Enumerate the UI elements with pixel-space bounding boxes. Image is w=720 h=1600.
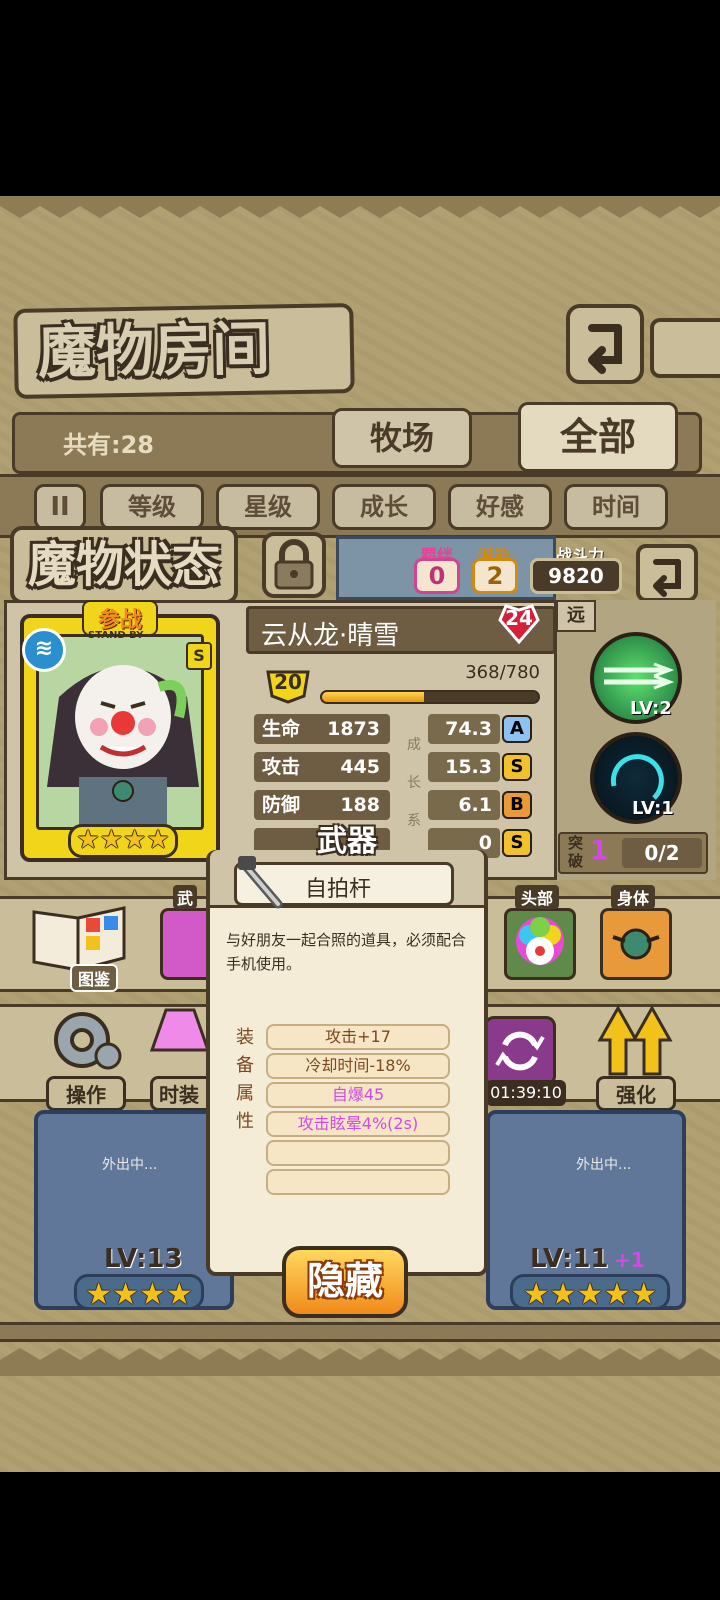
sort-growth-button[interactable]: 成长	[332, 484, 436, 530]
sort-star-button[interactable]: 星级	[216, 484, 320, 530]
book-icon	[32, 906, 126, 972]
status-title: 魔物状态	[10, 526, 239, 604]
game-screen: 魔物房间 共有:28 牧场 全部 II 等级 星级 成长 好感 时间 魔物状态 …	[0, 196, 720, 1472]
tab-all[interactable]: 全部	[518, 402, 678, 472]
attribute-row: 自爆45	[266, 1082, 450, 1108]
clown-wig-icon	[516, 917, 564, 965]
hide-button[interactable]: 隐藏	[282, 1246, 408, 1318]
bottom-rail	[0, 1322, 720, 1342]
growth-grade-badge: B	[502, 791, 532, 819]
body-slot[interactable]: 身体	[600, 885, 672, 980]
status-back-button[interactable]	[636, 544, 698, 602]
attribute-list: 攻击+17 冷却时间-18% 自爆45 攻击眩晕4%(2s)	[266, 1024, 450, 1198]
room-title-plate: 魔物房间	[13, 303, 355, 399]
monster-1-stars: ★★★★	[74, 1274, 204, 1312]
pause-button[interactable]: II	[34, 484, 86, 530]
character-name: 云从龙·晴雪	[261, 621, 400, 651]
enhance-button[interactable]: 强化	[592, 1000, 678, 1111]
bottom-torn-edge	[0, 1348, 720, 1376]
lock-button[interactable]	[262, 532, 326, 598]
gear-icon	[54, 1012, 122, 1070]
attr-vertical-title: 装 备 属 性	[236, 1027, 254, 1132]
monster-card-1[interactable]: 外出中... LV:13 ★★★★	[34, 1110, 234, 1312]
stat-value: 1873	[327, 718, 380, 740]
operate-button[interactable]: 操作	[42, 1000, 128, 1111]
steam-element-icon: ≋	[22, 628, 66, 672]
potential-value: 2	[472, 558, 518, 594]
stat-label: 防御	[262, 794, 301, 816]
weapon-popup: 武器 自拍杆 与好朋友一起合照的道具，必须配合手机使用。 装 备 属 性 攻击+…	[206, 824, 488, 1276]
clown-character-image	[39, 637, 201, 827]
back-arrow-icon	[653, 559, 681, 597]
stat-label: 攻击	[262, 756, 301, 778]
attribute-row: 攻击眩晕4%(2s)	[266, 1111, 450, 1137]
room-back-button[interactable]	[566, 304, 644, 384]
rank-heart-badge: 24	[496, 600, 542, 646]
exp-bar-fill	[322, 692, 424, 702]
power-value: 9820	[530, 558, 622, 594]
growth-value: 15.3	[428, 752, 500, 782]
up-arrows-icon	[597, 1004, 673, 1076]
breakthrough-label: 突破	[568, 834, 584, 870]
skill-2-button[interactable]: LV:1	[590, 732, 682, 824]
breakthrough-progress: 0/2	[622, 838, 702, 868]
standby-subtitle: STAND BY	[88, 630, 144, 641]
growth-grade-badge: S	[502, 753, 532, 781]
sort-level-button[interactable]: 等级	[100, 484, 204, 530]
dress-icon	[149, 1008, 211, 1052]
attribute-row: 冷却时间-18%	[266, 1053, 450, 1079]
selfie-stick-icon	[236, 854, 286, 914]
fashion-button[interactable]: 时装	[148, 1000, 230, 1111]
rank-s-icon: S	[186, 642, 212, 670]
card-stars: ★★★★	[68, 824, 178, 858]
breakthrough-value: 1	[590, 836, 609, 866]
growth-grade-badge: A	[502, 715, 532, 743]
fan-badge-icon	[612, 928, 660, 960]
stat-row: 生命 1873	[254, 714, 390, 744]
lock-icon	[274, 539, 314, 590]
attribute-row	[266, 1140, 450, 1166]
level-badge: 20	[264, 666, 312, 704]
sort-affection-button[interactable]: 好感	[448, 484, 552, 530]
item-description: 与好朋友一起合照的道具，必须配合手机使用。	[226, 931, 467, 973]
bond-value: 0	[414, 558, 460, 594]
stat-value: 445	[340, 756, 380, 778]
room-title: 魔物房间	[37, 314, 271, 387]
attribute-row: 攻击+17	[266, 1024, 450, 1050]
swap-arrows-icon	[495, 1031, 545, 1071]
room-side-panel	[650, 318, 720, 378]
character-card[interactable]: 参战 STAND BY ≋ S ★★★★	[20, 600, 220, 862]
tab-ranch[interactable]: 牧场	[332, 408, 472, 468]
growth-grade-badge: S	[502, 829, 532, 857]
swap-button[interactable]	[484, 1016, 556, 1086]
monster-card-2[interactable]: 外出中... LV:11 +1 ★★★★★	[486, 1110, 686, 1312]
stat-row: 攻击 445	[254, 752, 390, 782]
stat-label: 生命	[262, 718, 301, 740]
breakthrough-row: 突破 1 0/2	[558, 832, 708, 874]
back-arrow-icon	[588, 324, 622, 374]
range-label: 远	[556, 600, 596, 632]
monster-count: 共有:28	[63, 431, 154, 459]
sort-time-button[interactable]: 时间	[564, 484, 668, 530]
monster-2-stars: ★★★★★	[510, 1274, 670, 1312]
top-torn-edge	[0, 196, 720, 218]
skill-1-button[interactable]: LV:2	[590, 632, 682, 724]
item-name: 自拍杆	[305, 877, 372, 902]
attribute-row	[266, 1169, 450, 1195]
head-slot[interactable]: 头部	[504, 885, 576, 980]
timer-text: 01:39:10	[486, 1080, 566, 1106]
growth-value: 74.3	[428, 714, 500, 744]
handbook-button[interactable]: 图鉴	[28, 898, 132, 992]
exp-bar	[320, 690, 540, 704]
exp-text: 368/780	[465, 662, 540, 683]
